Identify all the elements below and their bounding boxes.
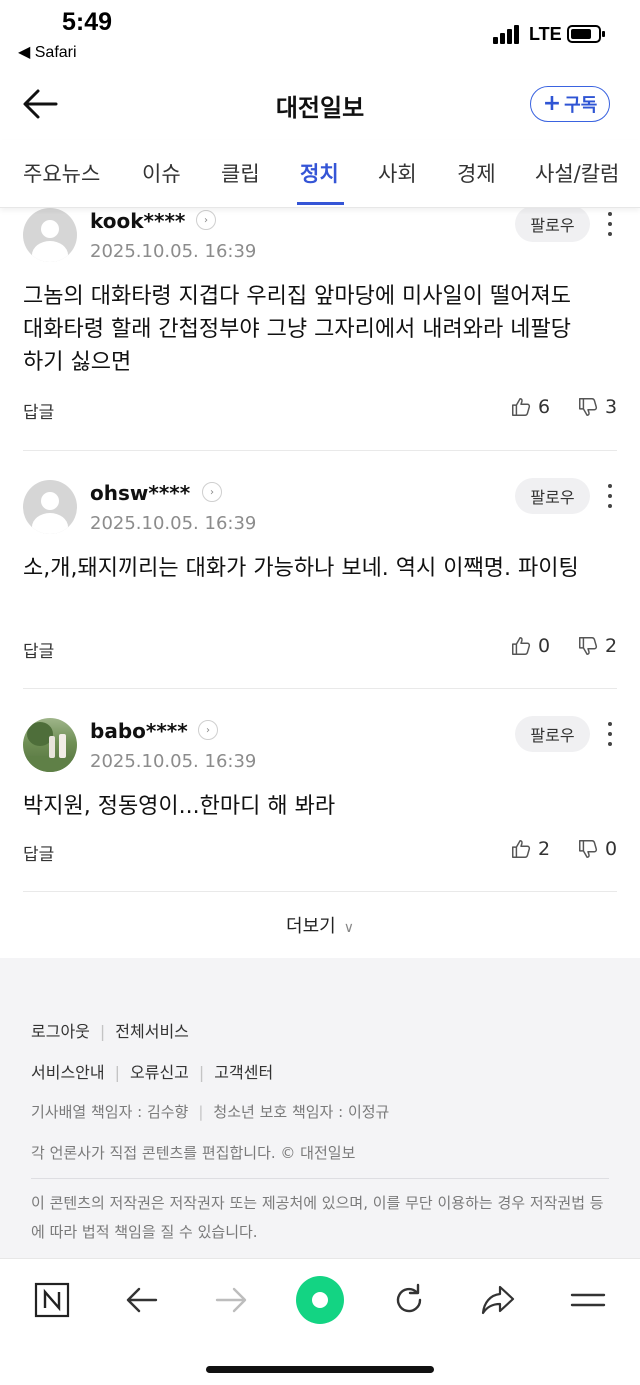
like-count: 0: [538, 635, 551, 657]
dislike-count: 3: [605, 396, 618, 418]
divider: [23, 450, 617, 451]
green-dot-icon: [296, 1276, 344, 1324]
reply-button[interactable]: 답글: [23, 637, 54, 662]
thumbs-up-icon: [512, 840, 531, 858]
share-icon: [481, 1285, 515, 1315]
plus-icon: +: [542, 91, 562, 116]
editing-notice: 각 언론사가 직접 콘텐츠를 편집합니다. © 대전일보: [31, 1144, 356, 1162]
comment-date: 2025.10.05. 16:39: [90, 241, 257, 262]
comment-text: 박지원, 정동영이...한마디 해 봐라: [23, 794, 336, 819]
like-button[interactable]: 2: [510, 838, 550, 860]
footer-links-row: 서비스안내 | 오류신고 | 고객센터: [31, 1063, 274, 1082]
comment-text: 그놈의 대화타령 지겹다 우리집 앞마당에 미사일이 떨어져도 대화타령 할래 …: [23, 284, 571, 375]
battery-icon: [567, 25, 605, 43]
subscribe-button[interactable]: + 구독: [530, 86, 610, 122]
category-tabs: 주요뉴스 이슈 클립 정치 사회 경제 사설/칼럼: [0, 140, 640, 208]
comment-text: 소,개,돼지끼리는 대화가 가능하나 보네. 역시 이짹명. 파이팅: [23, 556, 579, 581]
reply-button[interactable]: 답글: [23, 840, 54, 865]
load-more-button[interactable]: 더보기 ∨: [0, 912, 640, 938]
dislike-button[interactable]: 2: [577, 635, 617, 657]
follow-button[interactable]: 팔로우: [515, 206, 590, 242]
article-manager: 기사배열 책임자 : 김수향: [31, 1103, 189, 1121]
footer: 로그아웃 | 전체서비스 서비스안내 | 오류신고 | 고객센터 기사배열 책임자 : 김수…: [0, 958, 640, 1258]
network-type: LTE: [529, 24, 562, 44]
tab-clip[interactable]: 클립: [221, 158, 260, 188]
refresh-button[interactable]: [384, 1275, 434, 1325]
comment-username[interactable]: ohsw****: [90, 481, 190, 505]
thumbs-down-icon: [579, 840, 598, 858]
signal-icon: [493, 24, 523, 44]
like-button[interactable]: 0: [510, 635, 550, 657]
tab-issue[interactable]: 이슈: [142, 158, 181, 188]
menu-icon: [570, 1293, 606, 1307]
footer-managers: 기사배열 책임자 : 김수향 | 청소년 보호 책임자 : 이정규: [31, 1103, 390, 1121]
refresh-icon: [396, 1283, 422, 1313]
report-error-link[interactable]: 오류신고: [130, 1063, 189, 1082]
active-tab-indicator: [297, 202, 344, 205]
subscribe-label: 구독: [564, 95, 598, 116]
dislike-button[interactable]: 0: [577, 838, 617, 860]
menu-button[interactable]: [563, 1275, 613, 1325]
comment-username[interactable]: babo****: [90, 719, 188, 743]
chevron-right-icon[interactable]: ›: [196, 210, 216, 230]
load-more-label: 더보기: [286, 916, 336, 937]
tab-economy[interactable]: 경제: [457, 158, 496, 188]
tab-society[interactable]: 사회: [378, 158, 417, 188]
more-options-icon[interactable]: [600, 482, 620, 512]
chevron-down-icon: ∨: [343, 920, 354, 936]
naver-home-button[interactable]: [27, 1275, 77, 1325]
like-count: 6: [538, 396, 551, 418]
thumbs-down-icon: [579, 398, 598, 416]
browser-forward-button[interactable]: [206, 1275, 256, 1325]
more-options-icon[interactable]: [600, 210, 620, 240]
chevron-right-icon[interactable]: ›: [202, 482, 222, 502]
dislike-count: 2: [605, 635, 618, 657]
all-services-link[interactable]: 전체서비스: [115, 1022, 189, 1041]
thumbs-up-icon: [512, 398, 531, 416]
follow-button[interactable]: 팔로우: [515, 716, 590, 752]
avatar[interactable]: [23, 480, 77, 534]
like-count: 2: [538, 838, 551, 860]
logout-link[interactable]: 로그아웃: [31, 1022, 90, 1041]
dislike-button[interactable]: 3: [577, 396, 617, 418]
dislike-count: 0: [605, 838, 618, 860]
tab-main-news[interactable]: 주요뉴스: [23, 158, 100, 188]
avatar[interactable]: [23, 718, 77, 772]
customer-center-link[interactable]: 고객센터: [214, 1063, 273, 1082]
naver-icon: [34, 1282, 70, 1318]
footer-divider: [31, 1178, 609, 1179]
chevron-right-icon[interactable]: ›: [198, 720, 218, 740]
forward-arrow-icon: [215, 1287, 247, 1313]
back-to-safari[interactable]: ◀ Safari: [18, 42, 77, 62]
home-indicator: [206, 1366, 434, 1373]
thumbs-up-icon: [512, 637, 531, 655]
share-button[interactable]: [473, 1275, 523, 1325]
youth-protection-manager: 청소년 보호 책임자 : 이정규: [213, 1103, 390, 1121]
reply-button[interactable]: 답글: [23, 398, 54, 423]
follow-button[interactable]: 팔로우: [515, 478, 590, 514]
tab-editorial[interactable]: 사설/칼럼: [535, 158, 619, 188]
more-options-icon[interactable]: [600, 720, 620, 750]
thumbs-down-icon: [579, 637, 598, 655]
service-guide-link[interactable]: 서비스안내: [31, 1063, 105, 1082]
like-button[interactable]: 6: [510, 396, 550, 418]
copyright-notice: 이 콘텐츠의 저작권은 저작권자 또는 제공처에 있으며, 이를 무단 이용하는…: [31, 1194, 604, 1241]
back-arrow-icon: [126, 1287, 158, 1313]
browser-back-button[interactable]: [117, 1275, 167, 1325]
footer-links-row: 로그아웃 | 전체서비스: [31, 1022, 189, 1041]
comment-date: 2025.10.05. 16:39: [90, 513, 257, 534]
divider: [23, 891, 617, 892]
status-time: 5:49: [62, 8, 113, 36]
tab-politics[interactable]: 정치: [300, 158, 339, 188]
status-bar: 5:49 ◀ Safari LTE: [0, 0, 640, 70]
avatar[interactable]: [23, 208, 77, 262]
comment-date: 2025.10.05. 16:39: [90, 751, 257, 772]
browser-toolbar: [0, 1258, 640, 1385]
comment-username[interactable]: kook****: [90, 209, 185, 233]
header: 대전일보 + 구독: [0, 70, 640, 140]
green-dot-button[interactable]: [295, 1275, 345, 1325]
divider: [23, 688, 617, 689]
